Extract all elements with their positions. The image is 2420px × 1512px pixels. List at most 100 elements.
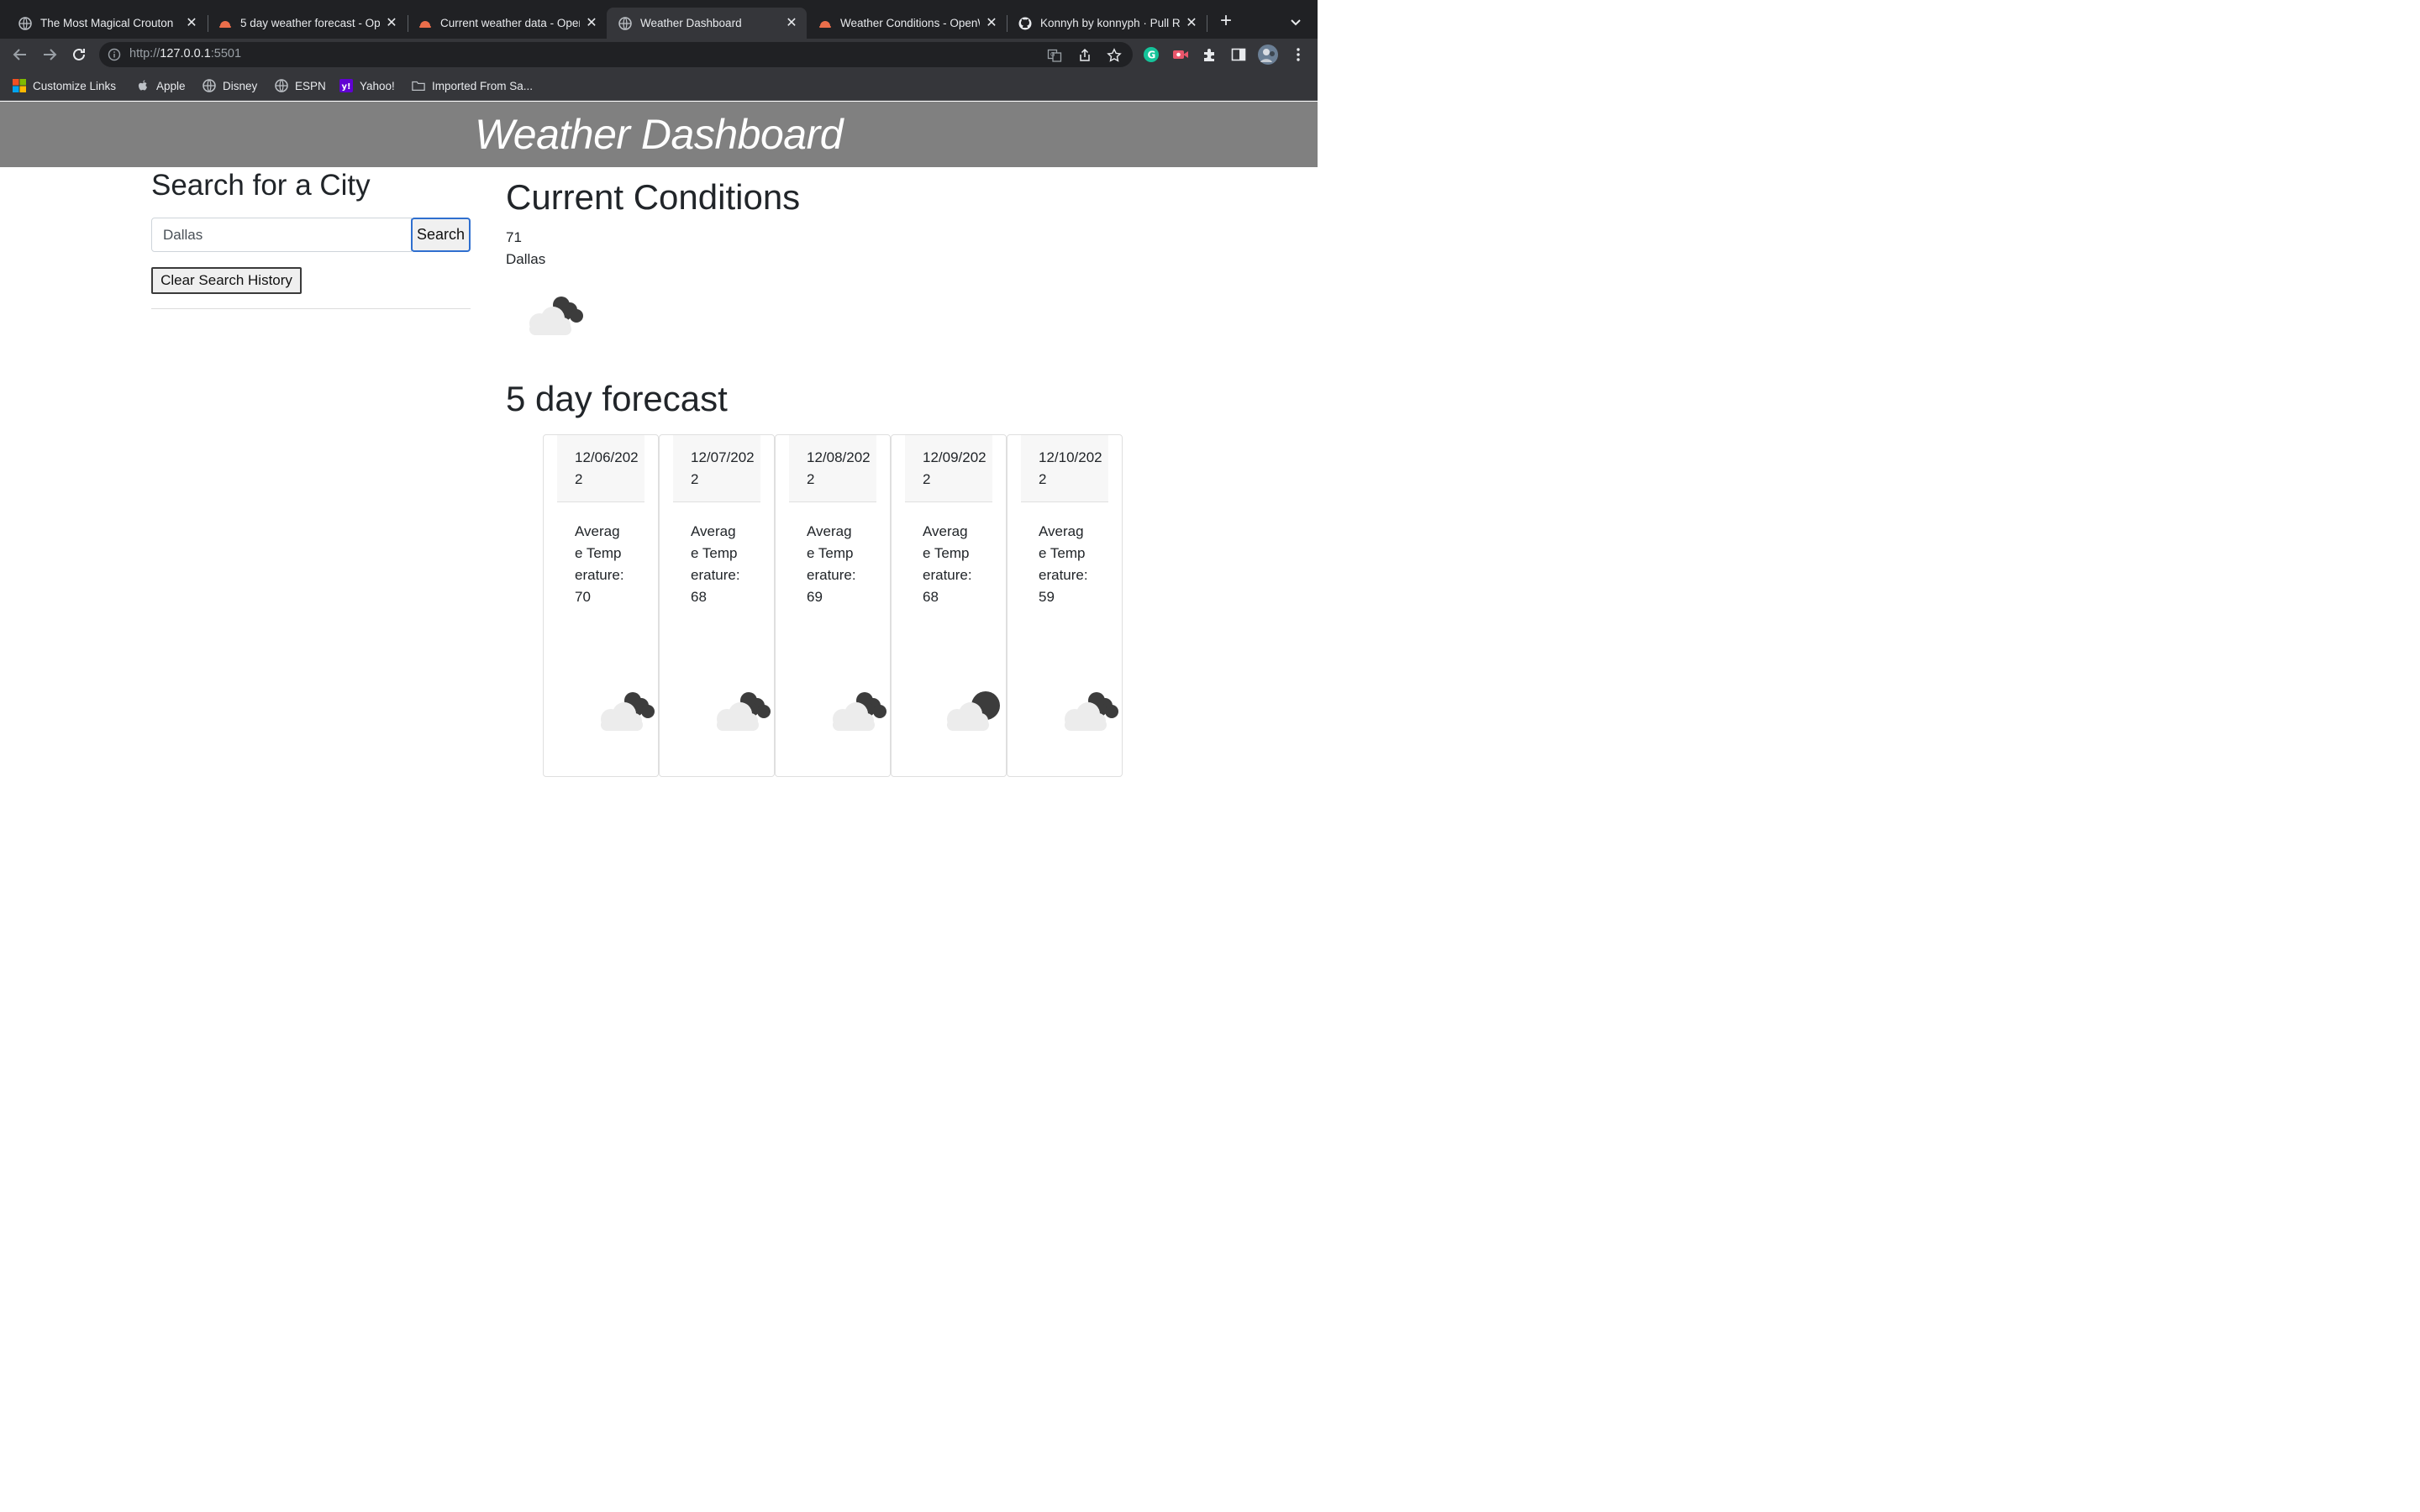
bookmark-label: Disney bbox=[223, 79, 258, 92]
share-icon[interactable] bbox=[1077, 48, 1092, 63]
browser-menu-icon[interactable] bbox=[1290, 46, 1307, 63]
close-icon[interactable]: ✕ bbox=[785, 16, 798, 30]
partly-cloudy-night-icon bbox=[514, 291, 590, 342]
forward-arrow-icon bbox=[44, 49, 57, 60]
microsoft-icon bbox=[13, 79, 26, 92]
forecast-title: 5 day forecast bbox=[506, 379, 728, 418]
forecast-date: 12/06/2022 bbox=[575, 449, 639, 487]
clear-history-button[interactable]: Clear Search History bbox=[151, 267, 302, 294]
svg-text:G: G bbox=[1148, 50, 1156, 61]
search-section-title: Search for a City bbox=[151, 169, 371, 202]
svg-text:y!: y! bbox=[342, 82, 351, 92]
current-city: Dallas bbox=[506, 251, 546, 267]
search-button[interactable]: Search bbox=[411, 218, 471, 252]
header-jumbotron: Weather Dashboard bbox=[0, 102, 1318, 167]
back-arrow-icon bbox=[13, 49, 26, 60]
bookmark-label: Imported From Sa... bbox=[432, 79, 534, 92]
bookmark-label: ESPN bbox=[295, 79, 326, 92]
extensions-puzzle-icon[interactable] bbox=[1202, 46, 1218, 63]
cloudy-moon-icon bbox=[934, 687, 1009, 738]
reload-icon bbox=[73, 48, 85, 60]
globe-icon bbox=[275, 79, 288, 92]
bookmark-disney[interactable]: Disney bbox=[203, 78, 257, 93]
bookmark-customize-links[interactable]: Customize Links bbox=[13, 78, 116, 93]
site-info-icon[interactable] bbox=[108, 48, 121, 61]
close-icon[interactable]: ✕ bbox=[385, 16, 398, 30]
forecast-average-temperature: Average Temperature: 68 bbox=[691, 523, 740, 605]
url-text: http://127.0.0.1:5501 bbox=[129, 47, 241, 60]
forecast-date: 12/08/2022 bbox=[807, 449, 871, 487]
globe-icon bbox=[203, 79, 216, 92]
url-host: 127.0.0.1 bbox=[160, 47, 211, 60]
address-bar[interactable]: http://127.0.0.1:5501 G bbox=[99, 42, 1133, 67]
profile-avatar[interactable] bbox=[1258, 45, 1278, 65]
forecast-card-header: 12/08/2022 bbox=[789, 435, 876, 502]
tab-title: Weather Dashboard bbox=[640, 17, 742, 29]
partly-cloudy-night-icon bbox=[818, 687, 893, 738]
page-content: Weather Dashboard Search for a City Sear… bbox=[0, 102, 1318, 823]
forecast-card: 12/09/2022 Average Temperature: 68 bbox=[891, 434, 1007, 777]
bookmark-label: Yahoo! bbox=[360, 79, 395, 92]
current-temperature: 71 bbox=[506, 229, 522, 245]
grammarly-icon[interactable]: G bbox=[1143, 46, 1160, 63]
close-icon[interactable]: ✕ bbox=[585, 16, 598, 30]
tab-5-day-forecast[interactable]: 5 day weather forecast - OpenWeatherMap … bbox=[207, 8, 407, 39]
screen-recorder-icon[interactable] bbox=[1172, 46, 1189, 63]
tab-search-button[interactable] bbox=[1287, 13, 1304, 30]
reload-button[interactable] bbox=[69, 45, 89, 65]
openweather-icon bbox=[818, 17, 832, 30]
side-panel-icon[interactable] bbox=[1230, 46, 1247, 63]
tab-title: The Most Magical Crouton bbox=[40, 17, 174, 29]
city-search-input[interactable] bbox=[151, 218, 412, 252]
openweather-icon bbox=[418, 17, 432, 30]
apple-icon bbox=[136, 79, 150, 92]
forecast-average-temperature: Average Temperature: 59 bbox=[1039, 523, 1088, 605]
close-icon[interactable]: ✕ bbox=[1185, 16, 1198, 30]
partly-cloudy-night-icon bbox=[1050, 687, 1125, 738]
forecast-card-header: 12/10/2022 bbox=[1021, 435, 1108, 502]
url-port: :5501 bbox=[210, 47, 242, 60]
bookmark-folder-imported[interactable]: Imported From Sa... bbox=[412, 78, 533, 93]
bookmark-star-icon[interactable] bbox=[1107, 48, 1122, 63]
folder-icon bbox=[412, 79, 425, 92]
close-icon[interactable]: ✕ bbox=[985, 16, 998, 30]
tab-current-weather-data[interactable]: Current weather data - OpenWeatherMap ✕ bbox=[407, 8, 607, 39]
forward-button[interactable] bbox=[39, 45, 60, 65]
bookmark-label: Customize Links bbox=[33, 79, 117, 92]
tab-weather-dashboard[interactable]: Weather Dashboard ✕ bbox=[607, 8, 807, 39]
new-tab-button[interactable]: + bbox=[1216, 11, 1236, 32]
url-prefix: http:// bbox=[129, 47, 160, 60]
tab-title: 5 day weather forecast - OpenWeatherMap bbox=[240, 17, 380, 29]
page-title: Weather Dashboard bbox=[474, 111, 844, 158]
forecast-card-header: 12/06/2022 bbox=[557, 435, 644, 502]
back-button[interactable] bbox=[10, 45, 30, 65]
bookmark-yahoo[interactable]: y! Yahoo! bbox=[339, 78, 395, 93]
current-conditions-title: Current Conditions bbox=[506, 177, 801, 217]
forecast-average-temperature: Average Temperature: 69 bbox=[807, 523, 856, 605]
bookmark-apple[interactable]: Apple bbox=[136, 78, 186, 93]
forecast-average-temperature: Average Temperature: 70 bbox=[575, 523, 624, 605]
bookmarks-bar: Customize Links Apple Disney ESPN y! Yah… bbox=[0, 71, 1318, 101]
tab-github-pull-request[interactable]: Konnyh by konnyph · Pull Request ✕ bbox=[1007, 8, 1207, 39]
bookmark-espn[interactable]: ESPN bbox=[275, 78, 326, 93]
forecast-date: 12/09/2022 bbox=[923, 449, 986, 487]
globe-icon bbox=[618, 16, 632, 30]
forecast-average-temperature: Average Temperature: 68 bbox=[923, 523, 972, 605]
forecast-card: 12/10/2022 Average Temperature: 59 bbox=[1007, 434, 1123, 777]
tab-weather-conditions[interactable]: Weather Conditions - OpenWeatherMap ✕ bbox=[807, 8, 1007, 39]
browser-toolbar: http://127.0.0.1:5501 G G bbox=[0, 39, 1318, 71]
openweather-icon bbox=[218, 17, 232, 30]
close-icon[interactable]: ✕ bbox=[185, 16, 198, 30]
partly-cloudy-night-icon bbox=[702, 687, 777, 738]
github-icon bbox=[1018, 17, 1032, 30]
forecast-card-header: 12/09/2022 bbox=[905, 435, 992, 502]
tab-title: Current weather data - OpenWeatherMap bbox=[440, 17, 580, 29]
translate-icon[interactable]: G bbox=[1047, 48, 1062, 63]
forecast-card: 12/08/2022 Average Temperature: 69 bbox=[775, 434, 891, 777]
tab-title: Konnyh by konnyph · Pull Request bbox=[1040, 17, 1180, 29]
yahoo-icon: y! bbox=[339, 79, 353, 92]
tab-most-magical-crouton[interactable]: The Most Magical Crouton ✕ bbox=[7, 8, 207, 39]
forecast-card: 12/06/2022 Average Temperature: 70 bbox=[543, 434, 659, 777]
forecast-card-header: 12/07/2022 bbox=[673, 435, 760, 502]
forecast-date: 12/10/2022 bbox=[1039, 449, 1102, 487]
